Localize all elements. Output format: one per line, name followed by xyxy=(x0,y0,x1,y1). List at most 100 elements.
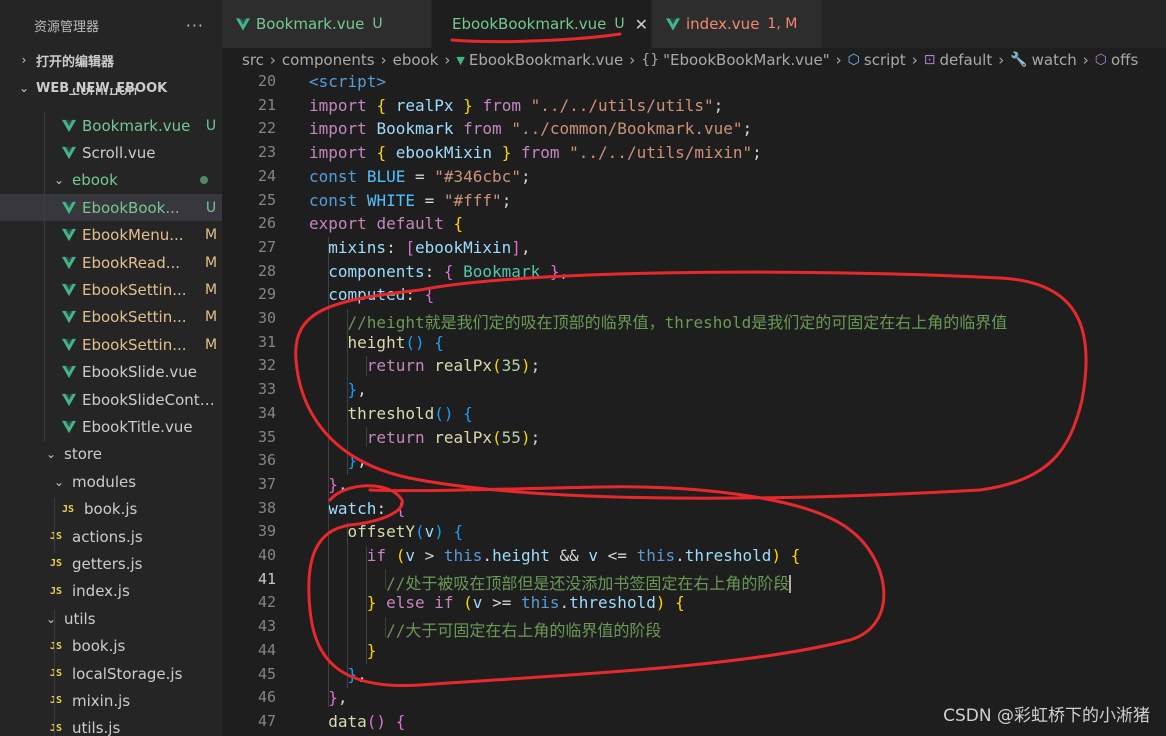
js-file-icon: JS xyxy=(50,558,63,570)
js-file-icon: JS xyxy=(50,668,63,679)
git-change-dot-icon xyxy=(200,176,208,185)
code-line: data() { xyxy=(328,711,406,731)
vue-file-icon xyxy=(62,365,76,379)
breadcrumb-item[interactable]: "EbookBookMark.vue" xyxy=(663,51,830,69)
line-number: 30 xyxy=(257,309,276,327)
close-icon[interactable]: ✕ xyxy=(635,15,648,34)
code-line: offsetY(v) { xyxy=(347,522,464,542)
breadcrumb-item[interactable]: offs xyxy=(1111,51,1138,69)
tab-label: index.vue xyxy=(686,15,760,33)
tree-item-label: localStorage.js xyxy=(72,664,183,683)
tree-file[interactable]: EbookTitle.vue xyxy=(0,413,222,440)
tree-item-label: EbookSettin... xyxy=(82,308,187,327)
tree-item-label: actions.js xyxy=(72,527,143,546)
chevron-right-icon: › xyxy=(1082,51,1089,69)
code-line: if (v > this.height && v <= this.thresho… xyxy=(366,546,801,565)
line-number: 24 xyxy=(257,166,276,185)
indent-guide xyxy=(54,610,55,736)
watermark: CSDN @彩虹桥下的小淅猪 xyxy=(943,706,1150,726)
symbol-icon: ⊡ xyxy=(923,52,936,68)
code-line: return realPx(35); xyxy=(366,356,541,376)
breadcrumb-item[interactable]: EbookBookmark.vue xyxy=(469,51,623,69)
tree-folder[interactable]: ⌄ utils xyxy=(0,605,222,632)
breadcrumb-item[interactable]: src xyxy=(242,51,264,69)
js-file-icon: JS xyxy=(50,531,63,542)
breadcrumb-item[interactable]: ebook xyxy=(393,51,439,69)
indent-guide xyxy=(54,498,55,553)
tree-file[interactable]: Scroll.vue xyxy=(0,139,222,166)
chevron-right-icon: › xyxy=(444,51,451,69)
tree-item-label: EbookTitle.vue xyxy=(82,417,193,436)
breadcrumb-item[interactable]: components xyxy=(282,51,375,69)
chevron-right-icon: › xyxy=(380,51,387,69)
chevron-down-icon: ⌄ xyxy=(45,611,57,626)
tree-file[interactable]: JS book.js xyxy=(0,633,222,660)
code-line: components: { Bookmark }, xyxy=(328,261,570,281)
tree-file[interactable]: EbookMenu... M xyxy=(0,222,222,249)
code-editor[interactable]: 20 21 22 23 24 25 26 27 28 29 30 31 32 33 34 35 36 37 38 39… xyxy=(222,72,1166,736)
breadcrumb-item[interactable]: script xyxy=(864,51,906,69)
tree-item-label: getters.js xyxy=(72,554,143,573)
tree-item-label: Bookmark.vue xyxy=(82,116,191,135)
tree-item-label: book.js xyxy=(72,637,126,656)
tree-item-label: EbookMenu... xyxy=(82,226,184,245)
git-status-badge: M xyxy=(204,227,218,244)
tree-file[interactable]: EbookSettin... M xyxy=(0,304,222,331)
code-line: watch: { xyxy=(328,498,406,518)
braces-icon: {} xyxy=(641,52,660,68)
tree-file[interactable]: JS book.js xyxy=(0,496,222,523)
vue-file-icon xyxy=(62,119,76,132)
tree-file[interactable]: JS localStorage.js xyxy=(0,660,222,687)
indent-guide xyxy=(366,356,367,376)
editor-tab[interactable]: Bookmark.vue U xyxy=(222,0,432,48)
tree-folder[interactable]: ⌄ store xyxy=(0,441,222,468)
line-number: 32 xyxy=(257,356,276,375)
tab-label: EbookBookmark.vue xyxy=(452,15,607,33)
js-file-icon: JS xyxy=(50,585,63,597)
line-number: 21 xyxy=(257,95,276,114)
line-number: 34 xyxy=(257,403,276,422)
breadcrumb-item[interactable]: default xyxy=(939,51,992,69)
tree-file[interactable]: Bookmark.vue U xyxy=(0,112,222,139)
chevron-right-icon: › xyxy=(835,51,842,69)
tree-file[interactable]: JS mixin.js xyxy=(0,687,222,714)
vue-file-icon xyxy=(62,338,76,351)
code-line: //大于可固定在右上角的临界值的阶段 xyxy=(386,621,662,641)
indent-guide xyxy=(44,112,45,442)
open-editors-section[interactable]: › 打开的编辑器 xyxy=(0,47,222,73)
indent-guide xyxy=(347,522,348,688)
tree-item-label: EbookSettin... xyxy=(82,280,187,299)
tree-file[interactable]: EbookRead... M xyxy=(0,249,222,276)
tab-bar: Bookmark.vue U EbookBookmark.vue U ✕ index.vu… xyxy=(222,0,1166,48)
line-number: 35 xyxy=(257,427,276,446)
tree-folder[interactable]: ⌄ ebook xyxy=(0,167,222,194)
breadcrumb-item[interactable]: watch xyxy=(1032,51,1077,69)
tree-file[interactable]: JS index.js xyxy=(0,578,222,605)
git-status-badge: M xyxy=(204,281,218,298)
line-number: 23 xyxy=(257,143,276,162)
vue-file-icon xyxy=(62,393,76,406)
tree-item-label: ebook xyxy=(72,171,118,190)
tree-item-label: EbookSlideConte... xyxy=(82,390,222,409)
tree-file[interactable]: EbookSlideConte... xyxy=(0,386,222,413)
tree-file[interactable]: JS getters.js xyxy=(0,550,222,577)
tree-file[interactable]: EbookSlide.vue xyxy=(0,359,222,386)
tree-file[interactable]: EbookSettin... M xyxy=(0,276,222,303)
tree-file[interactable]: EbookBook... U xyxy=(0,194,222,222)
tree-file[interactable]: JS actions.js xyxy=(0,523,222,550)
js-file-icon: JS xyxy=(50,722,63,734)
js-file-icon: JS xyxy=(50,640,63,652)
js-file-icon: JS xyxy=(62,503,75,515)
explorer-title: 资源管理器 xyxy=(34,19,100,35)
line-number: 22 xyxy=(257,119,276,138)
vue-file-icon xyxy=(62,283,76,297)
editor-tab[interactable]: index.vue 1, M xyxy=(652,0,822,48)
tree-item-label: utils xyxy=(64,609,96,628)
tree-file[interactable]: EbookSettin... M xyxy=(0,331,222,358)
tree-file[interactable]: JS utils.js xyxy=(0,715,222,736)
vue-file-icon xyxy=(236,17,250,31)
editor-tab[interactable]: EbookBookmark.vue U ✕ xyxy=(432,0,652,48)
chevron-right-icon: › xyxy=(998,51,1005,69)
tree-folder[interactable]: ⌄ modules xyxy=(0,468,222,495)
more-actions-button[interactable]: ··· xyxy=(186,16,204,35)
